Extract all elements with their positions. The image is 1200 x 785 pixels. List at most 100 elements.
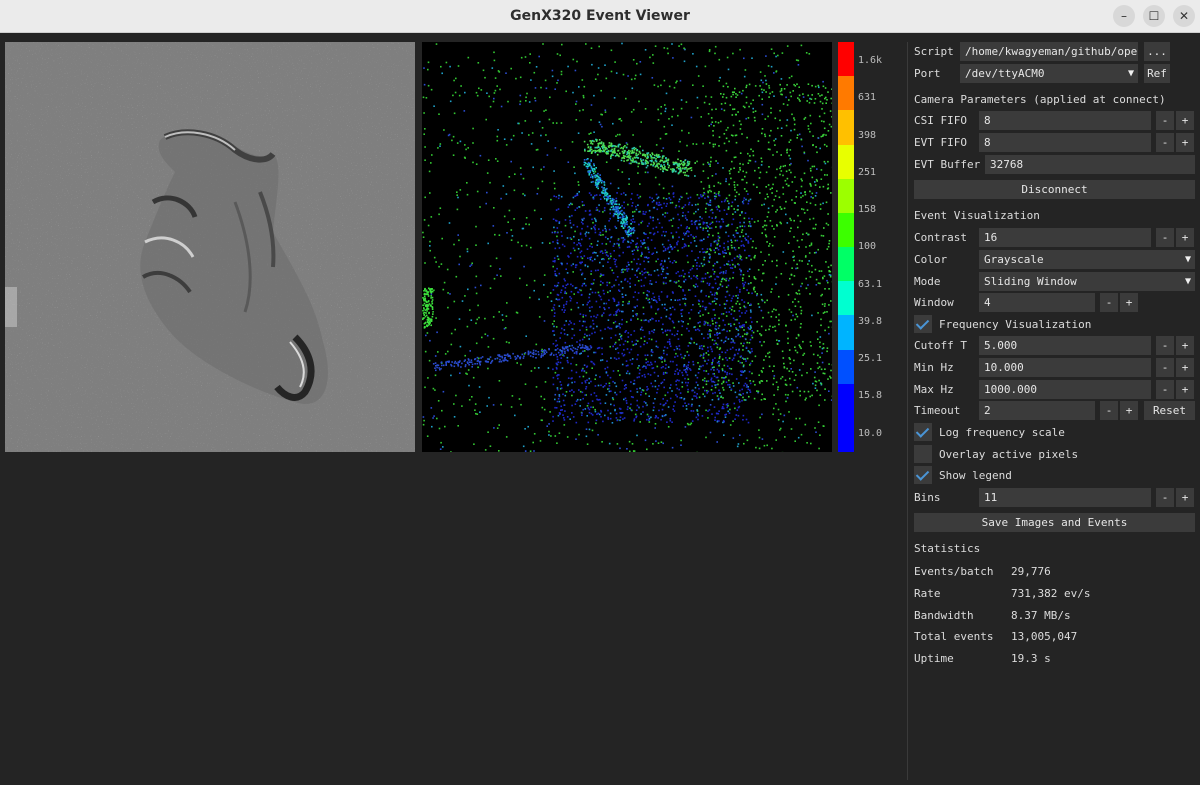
port-select-value: /dev/ttyACM0 bbox=[965, 67, 1045, 80]
event-visualization-heading: Event Visualization bbox=[914, 209, 1040, 222]
colorbar-segment bbox=[838, 212, 854, 248]
grayscale-event-image bbox=[5, 42, 415, 452]
timeout-reset-button[interactable]: Reset bbox=[1144, 401, 1195, 420]
timeout-label: Timeout bbox=[914, 404, 961, 417]
stat-label: Events/batch bbox=[914, 565, 994, 578]
camera-parameters-heading: Camera Parameters (applied at connect) bbox=[914, 93, 1166, 106]
evt-fifo-decrement-button[interactable]: - bbox=[1156, 133, 1174, 152]
evt-buffer-input[interactable]: 32768 bbox=[985, 155, 1195, 174]
min-hz-decrement-button[interactable]: - bbox=[1156, 358, 1174, 377]
cutoff-label: Cutoff T bbox=[914, 339, 967, 352]
cutoff-input[interactable]: 5.000 bbox=[979, 336, 1151, 355]
title-bar: GenX320 Event Viewer – ☐ ✕ bbox=[0, 0, 1200, 33]
window-increment-button[interactable]: + bbox=[1120, 293, 1138, 312]
mode-select[interactable]: Sliding Window ▼ bbox=[979, 272, 1195, 291]
colorbar-tick-label: 10.0 bbox=[858, 427, 883, 439]
overlay-active-pixels-label: Overlay active pixels bbox=[939, 448, 1079, 461]
colorbar-segment bbox=[838, 349, 854, 385]
port-select[interactable]: /dev/ttyACM0 ▼ bbox=[960, 64, 1138, 83]
timeout-input[interactable]: 2 bbox=[979, 401, 1095, 420]
grayscale-event-view bbox=[5, 42, 415, 452]
contrast-input[interactable]: 16 bbox=[979, 228, 1151, 247]
frequency-visualization-label: Frequency Visualization bbox=[939, 318, 1092, 331]
save-images-events-button[interactable]: Save Images and Events bbox=[914, 513, 1195, 532]
colorbar-segment bbox=[838, 144, 854, 180]
colorbar-tick-label: 63.1 bbox=[858, 278, 883, 290]
minimize-button[interactable]: – bbox=[1113, 5, 1135, 27]
stat-value: 731,382 ev/s bbox=[1011, 587, 1091, 600]
stat-value: 29,776 bbox=[1011, 565, 1051, 578]
colorbar-segment bbox=[838, 110, 854, 145]
contrast-label: Contrast bbox=[914, 231, 967, 244]
bins-increment-button[interactable]: + bbox=[1176, 488, 1194, 507]
timeout-increment-button[interactable]: + bbox=[1120, 401, 1138, 420]
colorbar-tick-label: 15.8 bbox=[858, 390, 883, 402]
show-legend-label: Show legend bbox=[939, 469, 1012, 482]
frequency-event-image bbox=[422, 42, 834, 454]
min-hz-label: Min Hz bbox=[914, 361, 954, 374]
colorbar-segment bbox=[838, 315, 854, 350]
min-hz-input[interactable]: 10.000 bbox=[979, 358, 1151, 377]
csi-fifo-increment-button[interactable]: + bbox=[1176, 111, 1194, 130]
script-label: Script bbox=[914, 45, 954, 58]
stat-value: 13,005,047 bbox=[1011, 630, 1078, 643]
stat-label: Total events bbox=[914, 630, 994, 643]
window-title: GenX320 Event Viewer bbox=[510, 8, 690, 24]
timeout-decrement-button[interactable]: - bbox=[1100, 401, 1118, 420]
csi-fifo-decrement-button[interactable]: - bbox=[1156, 111, 1174, 130]
stat-value: 8.37 MB/s bbox=[1011, 609, 1071, 622]
maximize-button[interactable]: ☐ bbox=[1143, 5, 1165, 27]
csi-fifo-input[interactable]: 8 bbox=[979, 111, 1151, 130]
chevron-down-icon: ▼ bbox=[1184, 276, 1191, 287]
browse-script-button[interactable]: ... bbox=[1144, 42, 1170, 61]
port-label: Port bbox=[914, 67, 941, 80]
refresh-ports-button[interactable]: Ref bbox=[1144, 64, 1170, 83]
control-panel: Script /home/kwagyeman/github/openmv-pro… bbox=[907, 42, 1200, 780]
cutoff-decrement-button[interactable]: - bbox=[1156, 336, 1174, 355]
frequency-visualization-checkbox[interactable] bbox=[914, 315, 932, 333]
max-hz-increment-button[interactable]: + bbox=[1176, 380, 1194, 399]
stat-label: Bandwidth bbox=[914, 609, 974, 622]
window-decrement-button[interactable]: - bbox=[1100, 293, 1118, 312]
csi-fifo-label: CSI FIFO bbox=[914, 114, 967, 127]
colorbar-segment bbox=[838, 281, 854, 316]
overlay-active-pixels-checkbox[interactable] bbox=[914, 445, 932, 463]
mode-label: Mode bbox=[914, 275, 941, 288]
contrast-increment-button[interactable]: + bbox=[1176, 228, 1194, 247]
min-hz-increment-button[interactable]: + bbox=[1176, 358, 1194, 377]
contrast-decrement-button[interactable]: - bbox=[1156, 228, 1174, 247]
colorbar-tick-label: 39.8 bbox=[858, 315, 883, 327]
colorbar-tick-label: 158 bbox=[858, 204, 877, 216]
evt-buffer-label: EVT Buffer bbox=[914, 158, 981, 171]
evt-fifo-input[interactable]: 8 bbox=[979, 133, 1151, 152]
colorbar-tick-label: 25.1 bbox=[858, 353, 883, 365]
mode-select-value: Sliding Window bbox=[984, 275, 1077, 288]
stat-label: Uptime bbox=[914, 652, 954, 665]
disconnect-button[interactable]: Disconnect bbox=[914, 180, 1195, 199]
log-frequency-scale-label: Log frequency scale bbox=[939, 426, 1065, 439]
color-select[interactable]: Grayscale ▼ bbox=[979, 250, 1195, 269]
chevron-down-icon: ▼ bbox=[1184, 254, 1191, 265]
bins-decrement-button[interactable]: - bbox=[1156, 488, 1174, 507]
colorbar-segment bbox=[838, 42, 854, 77]
evt-fifo-increment-button[interactable]: + bbox=[1176, 133, 1194, 152]
max-hz-input[interactable]: 1000.000 bbox=[979, 380, 1151, 399]
colorbar-tick-label: 631 bbox=[858, 92, 877, 104]
colorbar-tick-label: 398 bbox=[858, 129, 877, 141]
stat-label: Rate bbox=[914, 587, 941, 600]
max-hz-decrement-button[interactable]: - bbox=[1156, 380, 1174, 399]
statistics-heading: Statistics bbox=[914, 542, 981, 555]
close-button[interactable]: ✕ bbox=[1173, 5, 1195, 27]
show-legend-checkbox[interactable] bbox=[914, 466, 932, 484]
stat-value: 19.3 s bbox=[1011, 652, 1051, 665]
colorbar-tick-label: 1.6k bbox=[858, 55, 883, 66]
script-path-field[interactable]: /home/kwagyeman/github/openmv-projects/ bbox=[960, 42, 1138, 61]
window-label: Window bbox=[914, 296, 954, 309]
cutoff-increment-button[interactable]: + bbox=[1176, 336, 1194, 355]
log-frequency-scale-checkbox[interactable] bbox=[914, 423, 932, 441]
bins-input[interactable]: 11 bbox=[979, 488, 1151, 507]
evt-fifo-label: EVT FIFO bbox=[914, 136, 967, 149]
window-input[interactable]: 4 bbox=[979, 293, 1095, 312]
colorbar-segment bbox=[838, 417, 854, 453]
colorbar-segment bbox=[838, 247, 854, 282]
